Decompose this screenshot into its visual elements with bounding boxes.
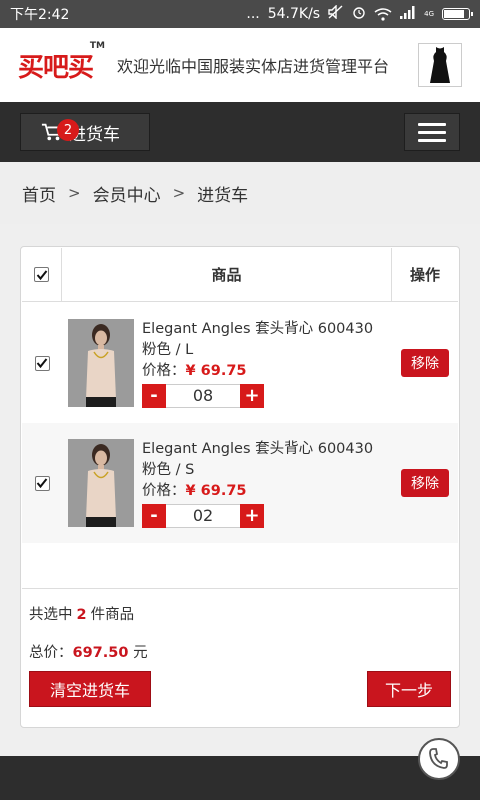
site-header: 买吧买 TM 欢迎光临中国服装实体店进货管理平台 <box>0 28 480 102</box>
phone-call-button[interactable] <box>418 738 460 780</box>
tagline: 欢迎光临中国服装实体店进货管理平台 <box>117 57 390 76</box>
product-variant: 粉色 / S <box>142 461 195 478</box>
cart-panel: 商品 操作 Elegant Angles 套头背心 600430 粉色 / L <box>20 246 460 728</box>
remove-button[interactable]: 移除 <box>401 349 449 377</box>
dress-thumbnail[interactable] <box>418 43 462 87</box>
decrease-button[interactable]: - <box>142 383 166 408</box>
item-checkbox[interactable] <box>34 355 50 371</box>
signal-icon <box>400 5 416 23</box>
divider <box>22 588 458 589</box>
status-icons: ... 54.7K/s 4G <box>246 4 473 23</box>
hamburger-line <box>418 122 446 126</box>
nav-bar: 进货车 2 <box>0 102 480 162</box>
product-info: Elegant Angles 套头背心 600430 粉色 / L 价格： ¥ … <box>142 319 382 408</box>
product-title[interactable]: Elegant Angles 套头背心 600430 <box>142 319 382 340</box>
header-action: 操作 <box>409 266 440 284</box>
price-label: 价格： <box>142 362 186 379</box>
clock: 下午2:42 <box>10 7 70 23</box>
selected-prefix: 共选中 <box>29 607 73 623</box>
quantity-stepper: - 08 + <box>142 383 382 408</box>
table-header: 商品 操作 <box>22 248 458 302</box>
more-dots: ... <box>246 6 260 22</box>
status-bar: 下午2:42 ... 54.7K/s 4G <box>0 0 480 28</box>
menu-button[interactable] <box>404 113 460 151</box>
selected-count: 2 <box>76 607 87 623</box>
product-image[interactable] <box>68 319 134 407</box>
cart-button[interactable]: 进货车 2 <box>20 113 150 151</box>
increase-button[interactable]: + <box>240 383 264 408</box>
quantity-input[interactable]: 08 <box>166 383 240 408</box>
remove-button[interactable]: 移除 <box>401 469 449 497</box>
hamburger-line <box>418 138 446 142</box>
product-image[interactable] <box>68 439 134 527</box>
product-price: ¥ 69.75 <box>185 362 247 379</box>
product-title[interactable]: Elegant Angles 套头背心 600430 <box>142 439 382 460</box>
mute-icon <box>328 4 344 23</box>
increase-button[interactable]: + <box>240 503 264 528</box>
product-variant: 粉色 / L <box>142 341 194 358</box>
check-icon <box>36 269 47 280</box>
wifi-icon <box>374 8 392 21</box>
breadcrumb-current: 进货车 <box>197 185 249 206</box>
network-speed: 54.7K/s <box>267 6 321 22</box>
check-icon <box>36 478 48 489</box>
footer-bar <box>0 756 480 800</box>
product-price: ¥ 69.75 <box>185 482 247 499</box>
breadcrumb-member-center[interactable]: 会员中心 <box>93 181 161 206</box>
price-line: 价格： ¥ 69.75 <box>142 361 382 382</box>
total-value: 697.50 <box>72 645 129 661</box>
logo[interactable]: 买吧买 TM <box>18 41 105 84</box>
cart-count-badge: 2 <box>57 119 79 141</box>
network-type: 4G <box>424 9 434 18</box>
cart-row: Elegant Angles 套头背心 600430 粉色 / L 价格： ¥ … <box>22 303 458 423</box>
product-info: Elegant Angles 套头背心 600430 粉色 / S 价格： ¥ … <box>142 439 382 528</box>
model-photo-icon <box>68 439 134 527</box>
row-select-cell <box>22 355 62 371</box>
check-icon <box>36 358 48 369</box>
select-all-checkbox[interactable] <box>34 267 49 282</box>
quantity-stepper: - 02 + <box>142 503 382 528</box>
battery-icon <box>442 8 473 20</box>
price-label: 价格： <box>142 482 186 499</box>
cart-row: Elegant Angles 套头背心 600430 粉色 / S 价格： ¥ … <box>22 423 458 543</box>
clear-cart-button[interactable]: 清空进货车 <box>29 671 151 707</box>
breadcrumb: 首页 > 会员中心 > 进货车 <box>0 162 480 224</box>
row-select-cell <box>22 475 62 491</box>
phone-icon <box>429 748 448 769</box>
select-all-cell <box>22 248 62 301</box>
total-unit: 元 <box>133 645 148 661</box>
next-step-button[interactable]: 下一步 <box>367 671 451 707</box>
selected-suffix: 件商品 <box>90 607 135 623</box>
item-checkbox[interactable] <box>34 475 50 491</box>
alarm-icon <box>352 5 366 23</box>
hamburger-line <box>418 130 446 134</box>
decrease-button[interactable]: - <box>142 503 166 528</box>
battery-level <box>444 10 465 18</box>
breadcrumb-separator: > <box>68 184 81 202</box>
quantity-input[interactable]: 02 <box>166 503 240 528</box>
breadcrumb-separator: > <box>172 184 186 202</box>
dress-icon <box>430 47 450 83</box>
total-label: 总价： <box>29 645 73 661</box>
selected-summary: 共选中 2 件商品 <box>29 603 134 624</box>
total-summary: 总价：697.50 元 <box>29 641 148 662</box>
model-photo-icon <box>68 319 134 407</box>
price-line: 价格： ¥ 69.75 <box>142 481 382 502</box>
trademark: TM <box>89 40 106 51</box>
header-product: 商品 <box>62 248 392 301</box>
breadcrumb-home[interactable]: 首页 <box>22 181 56 206</box>
logo-text: 买吧买 <box>18 52 94 83</box>
